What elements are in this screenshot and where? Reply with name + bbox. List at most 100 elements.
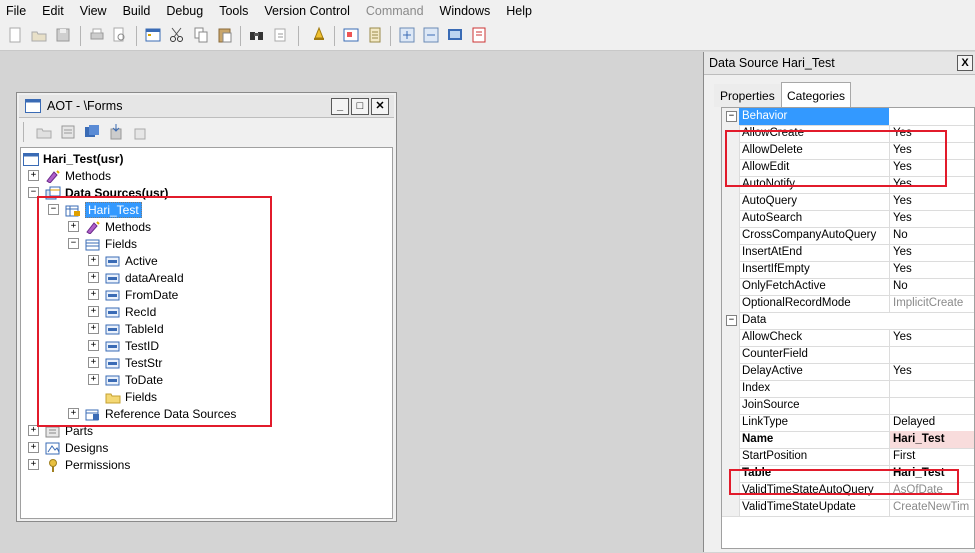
property-value[interactable]: Yes (889, 244, 974, 261)
record-info-icon[interactable] (366, 26, 384, 44)
tree-node[interactable]: − Hari_Test (48, 201, 142, 218)
tree-node[interactable]: + Designs (28, 439, 108, 456)
property-value[interactable]: AsOfDate (889, 482, 974, 499)
property-value[interactable] (889, 346, 974, 363)
properties-icon[interactable] (144, 26, 162, 44)
property-value[interactable]: Yes (889, 363, 974, 380)
document-handling-icon[interactable] (342, 26, 360, 44)
tree-node[interactable]: + Parts (28, 422, 93, 439)
tree-node[interactable]: + Methods (68, 218, 151, 235)
tree-node[interactable]: + TestStr (88, 354, 162, 371)
tree-node-label[interactable]: Fields (105, 237, 137, 251)
open-icon[interactable] (30, 26, 48, 44)
collapse-icon[interactable]: − (48, 204, 59, 215)
tree-node[interactable]: Fields (88, 388, 157, 405)
tree-node-label[interactable]: Methods (105, 220, 151, 234)
collapse-icon[interactable]: − (68, 238, 79, 249)
tree-node-label[interactable]: Active (125, 254, 158, 268)
property-row[interactable]: ValidTimeStateAutoQuery AsOfDate (722, 482, 974, 500)
tab-categories[interactable]: Categories (781, 82, 852, 108)
properties-close-button[interactable]: X (957, 55, 973, 71)
expand-icon[interactable]: + (28, 425, 39, 436)
property-row[interactable]: AllowCheck Yes (722, 329, 974, 347)
property-value[interactable]: Yes (889, 176, 974, 193)
menu-version-control[interactable]: Version Control (258, 1, 359, 21)
property-row[interactable]: ValidTimeStateUpdate CreateNewTim (722, 499, 974, 517)
expand-icon[interactable]: + (28, 459, 39, 470)
property-value[interactable]: Hari_Test (889, 431, 974, 448)
property-row[interactable]: AllowCreate Yes (722, 125, 974, 143)
property-row[interactable]: OptionalRecordMode ImplicitCreate (722, 295, 974, 313)
alert-bell-icon[interactable] (310, 26, 328, 44)
expand-icon[interactable]: + (68, 408, 79, 419)
compile-forward-icon[interactable] (422, 26, 440, 44)
tree-node-label[interactable]: Hari_Test(usr) (43, 152, 123, 166)
tree-node-label[interactable]: dataAreaId (125, 271, 184, 285)
print-preview-icon[interactable] (110, 26, 128, 44)
export-icon[interactable] (131, 123, 149, 141)
expand-icon[interactable]: + (88, 272, 99, 283)
property-value[interactable]: Yes (889, 329, 974, 346)
property-row[interactable]: Name Hari_Test (722, 431, 974, 449)
property-value[interactable]: Yes (889, 193, 974, 210)
aot-tree[interactable]: Hari_Test(usr) + Methods − Data Sources(usr)… (20, 147, 393, 519)
tree-node-label[interactable]: Parts (65, 424, 93, 438)
import-icon[interactable] (107, 123, 125, 141)
menu-help[interactable]: Help (500, 1, 542, 21)
tree-node-label[interactable]: Fields (125, 390, 157, 404)
tree-node-label[interactable]: Hari_Test (85, 201, 142, 218)
property-row[interactable]: CrossCompanyAutoQuery No (722, 227, 974, 245)
property-value[interactable]: First (889, 448, 974, 465)
property-value[interactable]: No (889, 227, 974, 244)
find-next-icon[interactable] (272, 26, 290, 44)
collapse-icon[interactable]: − (28, 187, 39, 198)
tree-node-label[interactable]: TableId (125, 322, 164, 336)
collapse-icon[interactable]: − (726, 315, 737, 326)
minimize-button[interactable]: _ (331, 98, 349, 115)
property-value[interactable]: Yes (889, 210, 974, 227)
menu-tools[interactable]: Tools (213, 1, 258, 21)
property-row[interactable]: Table Hari_Test (722, 465, 974, 483)
tree-node-label[interactable]: Designs (65, 441, 108, 455)
property-value[interactable]: Delayed (889, 414, 974, 431)
tree-node[interactable]: + FromDate (88, 286, 178, 303)
property-value[interactable]: Yes (889, 142, 974, 159)
compile-icon[interactable] (398, 26, 416, 44)
property-value[interactable] (889, 380, 974, 397)
tree-node-label[interactable]: Permissions (65, 458, 130, 472)
property-category-row[interactable]: − Data (722, 312, 974, 330)
property-row[interactable]: StartPosition First (722, 448, 974, 466)
property-row[interactable]: Index (722, 380, 974, 398)
expand-icon[interactable]: + (28, 170, 39, 181)
print-icon[interactable] (88, 26, 106, 44)
copy-icon[interactable] (192, 26, 210, 44)
property-row[interactable]: LinkType Delayed (722, 414, 974, 432)
paste-icon[interactable] (216, 26, 234, 44)
expand-icon[interactable]: + (88, 306, 99, 317)
close-button[interactable]: ✕ (371, 98, 389, 115)
menu-view[interactable]: View (74, 1, 117, 21)
maximize-button[interactable]: □ (351, 98, 369, 115)
tree-node[interactable]: + Permissions (28, 456, 130, 473)
tree-node[interactable]: − Data Sources(usr) (28, 184, 168, 201)
expand-icon[interactable]: + (88, 323, 99, 334)
property-category-row[interactable]: − Behavior (722, 108, 974, 126)
property-category-label[interactable]: Data (739, 312, 889, 329)
property-value[interactable]: CreateNewTim (889, 499, 974, 516)
tree-node[interactable]: − Fields (68, 235, 137, 252)
expand-icon[interactable]: + (88, 340, 99, 351)
tab-properties[interactable]: Properties (714, 84, 781, 107)
properties-titlebar[interactable]: Data Source Hari_Test X (704, 52, 975, 75)
tree-node[interactable]: + RecId (88, 303, 156, 320)
expand-icon[interactable]: + (28, 442, 39, 453)
tree-node-label[interactable]: Reference Data Sources (105, 407, 236, 421)
node-properties-icon[interactable] (59, 123, 77, 141)
tree-node-label[interactable]: Methods (65, 169, 111, 183)
tree-node[interactable]: + dataAreaId (88, 269, 184, 286)
property-value[interactable] (889, 397, 974, 414)
tree-node[interactable]: + Methods (28, 167, 111, 184)
tree-node-label[interactable]: ToDate (125, 373, 163, 387)
property-value[interactable]: Yes (889, 125, 974, 142)
expand-icon[interactable]: + (68, 221, 79, 232)
menu-windows[interactable]: Windows (434, 1, 501, 21)
